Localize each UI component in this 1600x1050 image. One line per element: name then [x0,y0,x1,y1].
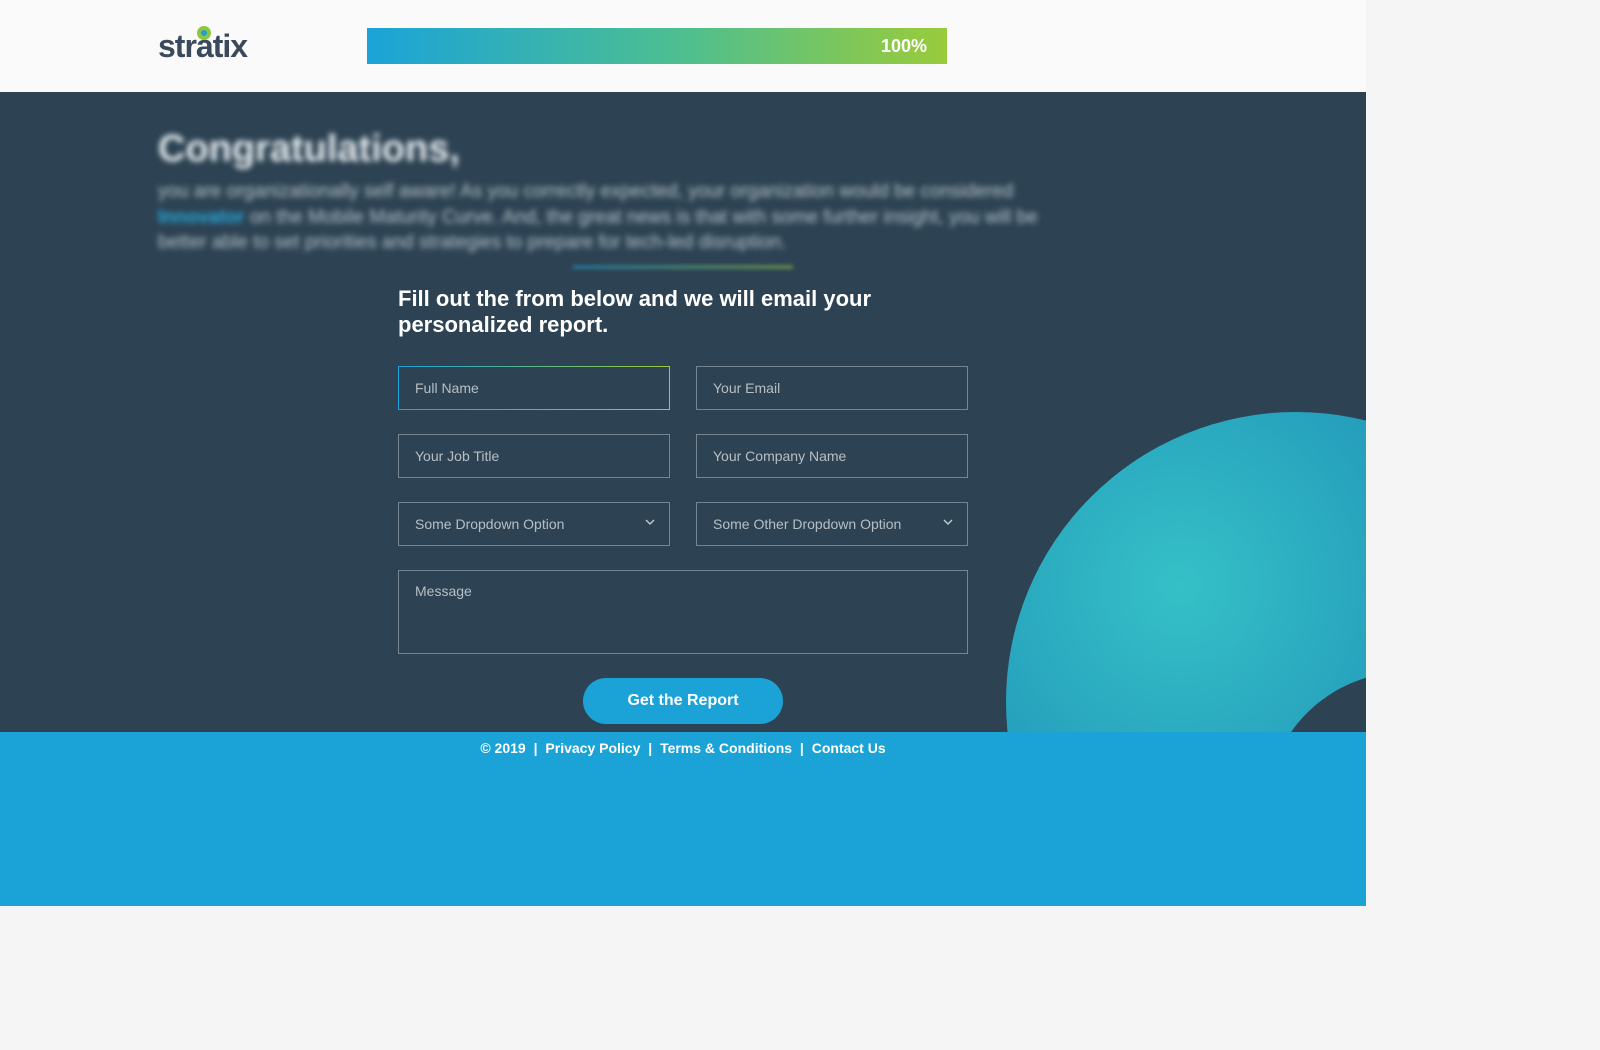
decorative-circle-icon [1006,412,1366,732]
full-name-input[interactable] [398,366,670,410]
logo-dot-icon [197,26,211,40]
dropdown-1[interactable] [398,502,670,546]
get-report-button[interactable]: Get the Report [583,678,782,724]
para-before: you are organizationally self aware! As … [158,181,1013,202]
header: stratix 100% [0,0,1366,92]
logo: stratix [158,28,247,65]
footer-sep: | [534,740,542,756]
footer-copyright: © 2019 [480,740,525,756]
progress-bar: 100% [367,28,947,64]
company-input[interactable] [696,434,968,478]
email-input[interactable] [696,366,968,410]
footer-contact-link[interactable]: Contact Us [812,740,886,756]
footer-sep: | [800,740,808,756]
form-title: Fill out the from below and we will emai… [398,286,968,338]
footer-privacy-link[interactable]: Privacy Policy [545,740,640,756]
main-panel: Congratulations, you are organizationall… [0,92,1366,732]
job-title-input[interactable] [398,434,670,478]
dropdown-2[interactable] [696,502,968,546]
para-after: on the Mobile Maturity Curve. And, the g… [158,207,1038,254]
footer-sep: | [648,740,656,756]
footer: © 2019 | Privacy Policy | Terms & Condit… [0,732,1366,906]
footer-terms-link[interactable]: Terms & Conditions [660,740,792,756]
para-highlight: Innovator [158,207,245,228]
congrats-heading: Congratulations, [158,128,1208,171]
report-form: Get the Report [398,366,968,724]
message-textarea[interactable] [398,570,968,654]
congrats-paragraph: you are organizationally self aware! As … [158,179,1038,256]
gradient-divider [573,266,793,268]
progress-label: 100% [881,36,927,57]
